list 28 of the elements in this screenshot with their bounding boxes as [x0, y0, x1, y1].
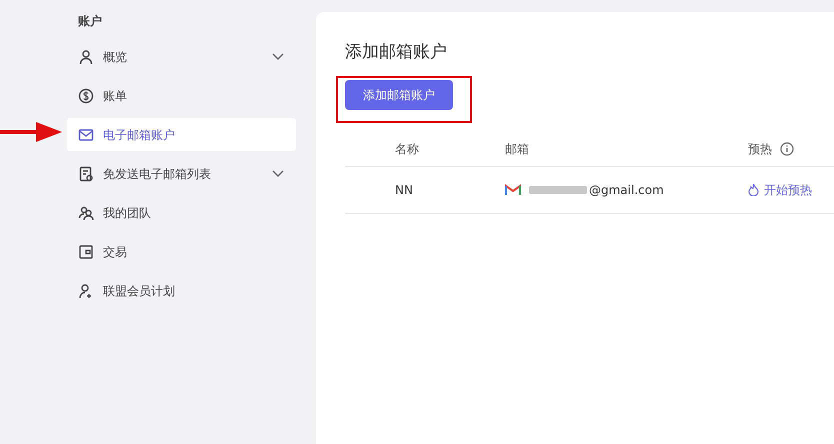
flame-icon — [748, 183, 759, 196]
person-plus-icon — [78, 282, 94, 298]
page-title: 添加邮箱账户 — [345, 41, 448, 64]
dollar-coin-icon — [78, 88, 94, 104]
email-address: @gmail.com — [589, 182, 664, 198]
sidebar-item[interactable]: 概览 — [67, 40, 296, 73]
add-email-account-button[interactable]: 添加邮箱账户 — [345, 80, 453, 110]
column-header: 预热 — [748, 140, 772, 158]
gmail-icon — [505, 184, 521, 196]
document-icon — [78, 166, 94, 182]
sidebar-item[interactable]: 我的团队 — [67, 196, 296, 229]
arrow-annotation — [0, 120, 64, 144]
envelope-icon — [78, 126, 94, 142]
redacted-text — [529, 186, 587, 194]
sidebar-item[interactable]: 免发送电子邮箱列表 — [67, 157, 296, 190]
sidebar-item[interactable]: 联盟会员计划 — [67, 274, 296, 307]
column-header: 邮箱 — [505, 140, 530, 158]
wallet-icon — [78, 244, 94, 260]
column-header: 名称 — [395, 140, 420, 158]
sidebar-item[interactable]: 交易 — [67, 235, 296, 268]
team-icon — [78, 204, 94, 220]
person-icon — [78, 48, 94, 64]
sidebar-item[interactable]: 账单 — [67, 79, 296, 112]
sidebar-heading: 账户 — [77, 13, 103, 30]
info-icon[interactable] — [780, 142, 794, 156]
sidebar-item[interactable]: 电子邮箱账户 — [67, 118, 296, 151]
start-warmup-link[interactable]: 开始预热 — [748, 180, 834, 198]
table-cell-text: NN — [395, 182, 414, 198]
